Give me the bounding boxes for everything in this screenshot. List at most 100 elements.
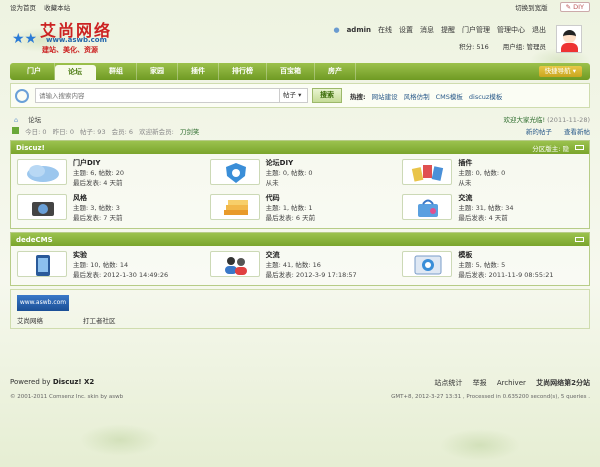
announcement[interactable]: 欢迎大家光临! (2011-11-28) (503, 114, 590, 124)
nav-forum[interactable]: 论坛 (55, 65, 96, 80)
category-title[interactable]: Discuz! (16, 144, 45, 152)
stars-icon: ★★ (12, 31, 38, 47)
server-time: GMT+8, 2012-3-27 13:31 , Processed in 0.… (391, 394, 590, 400)
stat-posts: 帖子: 93 (80, 128, 106, 136)
diy-button[interactable]: ✎ DIY (559, 1, 590, 12)
cards-icon[interactable] (402, 159, 453, 185)
friend-link-logo: www.aswb.com (17, 295, 69, 311)
username-link[interactable]: admin (347, 26, 371, 34)
messages-link[interactable]: 消息 (420, 25, 434, 35)
forum-stats: 主题: 41, 帖数: 16 (265, 261, 321, 269)
collapse-icon[interactable] (575, 237, 584, 242)
forum-name[interactable]: 门户DIY (73, 158, 204, 168)
forum-last-post[interactable]: 最后发表: 2012-3-9 17:18:57 (266, 270, 397, 280)
collapse-icon[interactable] (575, 145, 584, 150)
forum-name[interactable]: 模板 (458, 250, 589, 260)
nav-groups[interactable]: 群组 (96, 63, 137, 80)
forum-name[interactable]: 实验 (73, 250, 204, 260)
forum-last-post[interactable]: 最后发表: 4 天前 (458, 213, 589, 223)
hot-search-item[interactable]: CMS模板 (436, 91, 463, 101)
forum-last-post[interactable]: 最后发表: 4 天前 (73, 178, 204, 188)
powered-by: Powered by (10, 378, 51, 386)
portal-admin-link[interactable]: 门户管理 (462, 25, 490, 35)
forum-item: 代码 主题: 1, 帖数: 1 最后发表: 6 天前 (204, 191, 397, 226)
forum-name[interactable]: 风格 (73, 193, 204, 203)
page: 设为首页 收藏本站 切换到宽版 ✎ DIY ★★ 艾尚网络 www.aswb.c… (10, 0, 590, 467)
forum-grid: 实验 主题: 10, 帖数: 14 最后发表: 2012-1-30 14:49:… (11, 246, 589, 285)
search-input[interactable] (35, 88, 280, 103)
friend-links: www.aswb.com 艾尚网络 打工者社区 (10, 289, 590, 329)
forum-stats: 主题: 0, 帖数: 0 (458, 169, 506, 177)
discuz-brand[interactable]: Discuz! X2 (53, 378, 94, 386)
books-icon[interactable] (209, 194, 260, 220)
set-homepage-link[interactable]: 设为首页 (10, 4, 36, 12)
forum-grid: 门户DIY 主题: 6, 帖数: 20 最后发表: 4 天前 论坛DIY 主题:… (11, 154, 589, 228)
credits: 积分: 516 (459, 43, 489, 51)
category-title[interactable]: dedeCMS (16, 236, 53, 244)
new-member-link[interactable]: 刀剑笑 (180, 128, 200, 136)
logo-slogan: 建站、美化、资源 (42, 46, 98, 54)
forum-name[interactable]: 论坛DIY (266, 158, 397, 168)
substation-link[interactable]: 艾尚网络第2分站 (536, 379, 590, 387)
phone-icon[interactable] (17, 251, 67, 277)
settings-link[interactable]: 设置 (399, 25, 413, 35)
users-icon[interactable] (209, 251, 260, 277)
search-button[interactable]: 搜索 (312, 88, 342, 103)
friend-link[interactable]: www.aswb.com 艾尚网络 (17, 295, 69, 325)
logout-link[interactable]: 退出 (532, 25, 546, 35)
site-stats-link[interactable]: 站点统计 (434, 379, 462, 387)
header: ★★ 艾尚网络 www.aswb.com 建站、美化、资源 ● admin 在线… (10, 13, 590, 63)
hot-label: 热搜: (350, 92, 366, 101)
nav-plugins[interactable]: 插件 (178, 63, 219, 80)
breadcrumb-current[interactable]: 论坛 (28, 116, 41, 124)
report-link[interactable]: 举报 (473, 379, 487, 387)
footer: Powered by Discuz! X2 站点统计 举报 Archiver 艾… (10, 378, 590, 400)
browser-icon[interactable] (402, 251, 453, 277)
avatar[interactable] (556, 25, 582, 53)
hot-search-item[interactable]: 风格仿制 (404, 91, 430, 101)
nav-treasure[interactable]: 百宝箱 (267, 63, 315, 80)
search-type-select[interactable]: 帖子 ▾ (280, 88, 308, 103)
home-icon[interactable]: ⌂ (14, 116, 18, 124)
hot-search-item[interactable]: discuz模板 (469, 91, 502, 101)
view-new-posts-link[interactable]: 查看新帖 (564, 128, 590, 136)
add-favorite-link[interactable]: 收藏本站 (44, 4, 70, 12)
forum-name[interactable]: 交流 (458, 193, 589, 203)
site-logo[interactable]: ★★ 艾尚网络 www.aswb.com 建站、美化、资源 (12, 17, 122, 57)
nav-home[interactable]: 家园 (137, 63, 178, 80)
shield-icon[interactable] (209, 159, 260, 185)
announcement-date: (2011-11-28) (547, 115, 590, 124)
forum-last-post[interactable]: 最后发表: 2011-11-9 08:55:21 (458, 270, 589, 280)
forum-last-post[interactable]: 最后发表: 6 天前 (266, 213, 397, 223)
forum-last-post[interactable]: 最后发表: 7 天前 (73, 213, 204, 223)
friend-link[interactable]: 打工者社区 (83, 295, 116, 325)
forum-item: 实验 主题: 10, 帖数: 14 最后发表: 2012-1-30 14:49:… (11, 248, 204, 283)
quick-nav-button[interactable]: 快捷导航 ▾ (538, 66, 582, 77)
nav-realestate[interactable]: 房产 (315, 63, 356, 80)
forum-name[interactable]: 交流 (266, 250, 397, 260)
category-moderator: 分区版主: 隐 (532, 144, 569, 153)
copyright: © 2001-2011 Comsenz Inc. skin by aswb (10, 394, 124, 400)
nav-ranking[interactable]: 排行榜 (219, 63, 267, 80)
online-status: 在线 (378, 26, 392, 34)
camera-icon[interactable] (17, 194, 67, 220)
quick-nav-label: 快捷导航 (544, 67, 571, 75)
hot-search-item[interactable]: 网站建设 (372, 91, 398, 101)
switch-wide-link[interactable]: 切换到宽版 (515, 2, 548, 12)
archiver-link[interactable]: Archiver (497, 379, 526, 387)
cloud-icon[interactable] (17, 159, 67, 185)
bag-icon[interactable] (402, 194, 453, 220)
forum-last-post[interactable]: 从未 (266, 178, 397, 188)
forum-last-post[interactable]: 最后发表: 2012-1-30 14:49:26 (73, 270, 204, 280)
admin-center-link[interactable]: 管理中心 (497, 25, 525, 35)
forum-stats: 主题: 3, 帖数: 3 (73, 204, 120, 212)
forum-stats: 主题: 6, 帖数: 20 (73, 169, 125, 177)
forum-name[interactable]: 代码 (266, 193, 397, 203)
new-posts-link[interactable]: 新的帖子 (526, 128, 552, 136)
forum-stats: 主题: 10, 帖数: 14 (73, 261, 129, 269)
forum-last-post[interactable]: 从未 (458, 178, 589, 188)
forum-name[interactable]: 插件 (458, 158, 589, 168)
nav-portal[interactable]: 门户 (14, 63, 55, 80)
forum-item: 交流 主题: 41, 帖数: 16 最后发表: 2012-3-9 17:18:5… (204, 248, 397, 283)
notifications-link[interactable]: 提醒 (441, 25, 455, 35)
